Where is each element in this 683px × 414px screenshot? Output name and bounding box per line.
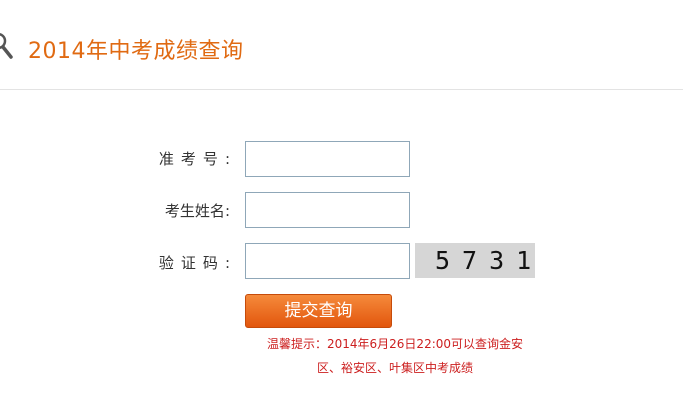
notice-line-1: 温馨提示：2014年6月26日22:00可以查询金安: [266, 337, 524, 351]
exam-number-label: 准考号:: [158, 150, 230, 168]
submit-query-button[interactable]: 提交查询: [245, 294, 392, 328]
page-header: 2014年中考成绩查询: [0, 0, 683, 90]
notice-text: 温馨提示：2014年6月26日22:00可以查询金安 区、裕安区、叶集区中考成绩: [240, 332, 550, 380]
captcha-label: 验证码:: [158, 254, 230, 272]
notice-line-2: 区、裕安区、叶集区中考成绩: [316, 361, 473, 375]
exam-number-input[interactable]: [245, 141, 410, 177]
captcha-input[interactable]: [245, 243, 410, 279]
captcha-image[interactable]: 5731: [415, 243, 535, 278]
student-name-label: 考生姓名:: [164, 202, 230, 220]
search-icon: [0, 32, 13, 59]
student-name-input[interactable]: [245, 192, 410, 228]
page-title: 2014年中考成绩查询: [28, 39, 244, 64]
